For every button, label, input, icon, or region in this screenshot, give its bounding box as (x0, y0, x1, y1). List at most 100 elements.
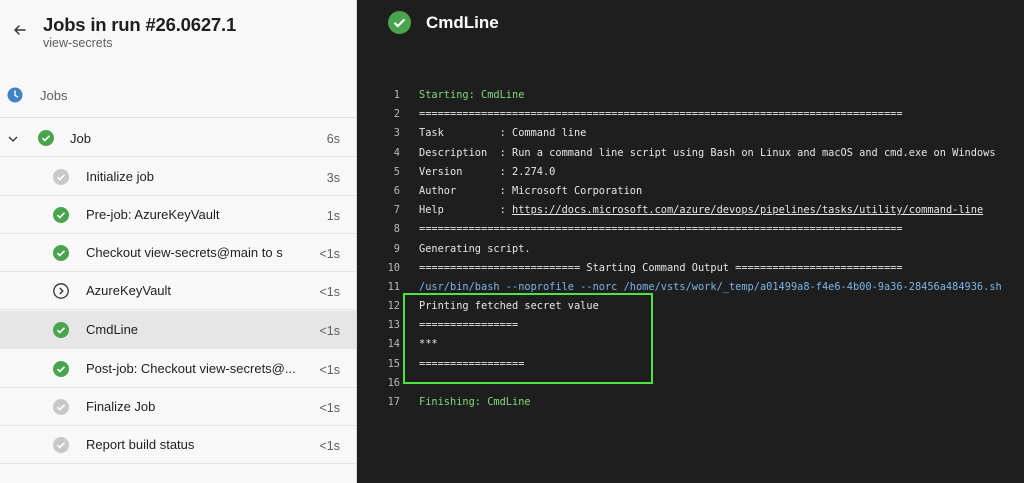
step-name: Initialize job (86, 169, 154, 184)
step-duration: <1s (319, 439, 340, 453)
log-line: 8 =======================================… (358, 220, 1024, 239)
jobs-section-header: Jobs (0, 80, 356, 118)
chevron-down-icon[interactable] (7, 132, 19, 144)
chevron-right-circle-icon (53, 283, 69, 299)
log-line-number: 13 (387, 319, 400, 332)
log-line-text: Finishing: CmdLine (419, 393, 531, 412)
log-line-number: 10 (387, 261, 400, 274)
step-row[interactable]: Post-job: Checkout view-secrets@... <1s (0, 350, 356, 388)
log-text: Starting: CmdLine (419, 89, 525, 101)
log-line-number: 7 (393, 204, 400, 217)
log-line-text: Printing fetched secret value (419, 297, 599, 316)
log-text: ========================== Starting Comm… (419, 261, 903, 274)
log-line-text: Task : Command line (419, 124, 586, 143)
log-line-number: 5 (393, 165, 400, 178)
step-row[interactable]: Report build status <1s (0, 426, 356, 464)
skipped-check-icon (53, 169, 69, 185)
success-check-icon (388, 11, 411, 34)
step-name: Checkout view-secrets@main to s (86, 245, 283, 260)
success-check-icon (53, 361, 69, 377)
step-duration: 3s (326, 171, 340, 185)
log-line: 17 Finishing: CmdLine (358, 393, 1024, 412)
success-check-icon (53, 322, 69, 338)
log-line: 1 Starting: CmdLine (358, 86, 1024, 105)
step-duration: <1s (319, 247, 340, 261)
jobs-panel: Jobs in run #26.0627.1 view-secrets Jobs… (0, 0, 357, 483)
step-name: CmdLine (86, 322, 139, 337)
log-line-text: ========================================… (419, 105, 903, 124)
log-line-text: Version : 2.274.0 (419, 163, 555, 182)
log-line: 7 Help : https://docs.microsoft.com/azure… (358, 201, 1024, 220)
log-line-number: 15 (387, 357, 400, 370)
log-text: Finishing: CmdLine (419, 396, 531, 408)
log-line: 11/usr/bin/bash --noprofile --norc /home… (358, 278, 1024, 297)
log-line-text: /usr/bin/bash --noprofile --norc /home/v… (419, 278, 1002, 297)
clock-icon (7, 87, 23, 103)
log-text: Help : (419, 204, 512, 217)
log-line-text: Help : https://docs.microsoft.com/azure/… (419, 201, 983, 220)
step-duration: 1s (326, 209, 340, 223)
job-duration: 6s (326, 132, 340, 146)
log-line: 5 Version : 2.274.0 (358, 163, 1024, 182)
log-line-number: 2 (393, 108, 400, 121)
job-row[interactable]: Job 6s (0, 119, 356, 157)
log-line: 13 ================ (358, 316, 1024, 335)
log-text: ================= (419, 357, 525, 370)
step-row[interactable]: Checkout view-secrets@main to s <1s (0, 234, 356, 272)
log-line-text: Author : Microsoft Corporation (419, 182, 642, 201)
log-line-number: 3 (393, 127, 400, 140)
log-line-text: ================ (419, 316, 518, 335)
log-text: Task : Command line (419, 127, 587, 140)
page-subtitle: view-secrets (43, 36, 113, 50)
log-text: ================ (419, 319, 519, 332)
log-line-text: *** (419, 335, 438, 354)
step-row[interactable]: Finalize Job <1s (0, 388, 356, 426)
step-duration: <1s (319, 285, 340, 299)
log-panel: CmdLine 1 Starting: CmdLine 2 =============… (358, 0, 1024, 483)
log-line-text: ========================================… (419, 220, 903, 239)
step-duration: <1s (319, 401, 340, 415)
step-duration: <1s (319, 324, 340, 338)
back-arrow-icon[interactable] (10, 20, 30, 40)
log-line-number: 16 (387, 376, 400, 389)
step-name: AzureKeyVault (86, 283, 172, 298)
log-line-number: 17 (387, 396, 400, 408)
log-line-number: 4 (393, 146, 400, 159)
log-line-number: 11 (387, 280, 400, 293)
log-line: 12 Printing fetched secret value (358, 297, 1024, 316)
step-row[interactable]: AzureKeyVault <1s (0, 272, 356, 310)
success-check-icon (53, 207, 69, 223)
log-line-text: Generating script. (419, 240, 531, 259)
step-name: Report build status (86, 437, 195, 452)
help-link[interactable]: https://docs.microsoft.com/azure/devops/… (512, 204, 983, 216)
step-row[interactable]: Initialize job 3s (0, 158, 356, 196)
success-check-icon (53, 245, 69, 261)
log-text: Printing fetched secret value (419, 300, 599, 313)
step-name: Pre-job: AzureKeyVault (86, 207, 220, 222)
step-name: Post-job: Checkout view-secrets@... (86, 361, 296, 376)
log-text: *** (419, 338, 438, 351)
log-line-text: Starting: CmdLine (419, 86, 524, 105)
log-text: ========================================… (419, 223, 903, 236)
log-title: CmdLine (426, 13, 499, 32)
log-line: 15 ================= (358, 355, 1024, 374)
log-line-number: 6 (393, 184, 400, 197)
log-line-text: ================= (419, 355, 524, 374)
jobs-section-label: Jobs (40, 88, 68, 103)
step-row[interactable]: Pre-job: AzureKeyVault 1s (0, 196, 356, 234)
log-line-text: Description : Run a command line script … (419, 144, 996, 163)
log-line: 2 =======================================… (358, 105, 1024, 124)
skipped-check-icon (53, 399, 69, 415)
log-line: 3 Task : Command line (358, 124, 1024, 143)
log-line: 4 Description : Run a command line script… (358, 144, 1024, 163)
log-text: Generating script. (419, 242, 531, 255)
job-name: Job (70, 131, 91, 146)
log-line-number: 9 (393, 242, 400, 255)
log-line: 9 Generating script. (358, 240, 1024, 259)
log-text: /usr/bin/bash --noprofile --norc /home/v… (419, 280, 1002, 293)
step-row-selected[interactable]: CmdLine <1s (0, 311, 356, 349)
step-duration: <1s (319, 363, 340, 377)
log-line: 10 ========================== Starting Co… (358, 259, 1024, 278)
log-line-number: 12 (387, 300, 400, 313)
log-text: ========================================… (419, 108, 903, 121)
